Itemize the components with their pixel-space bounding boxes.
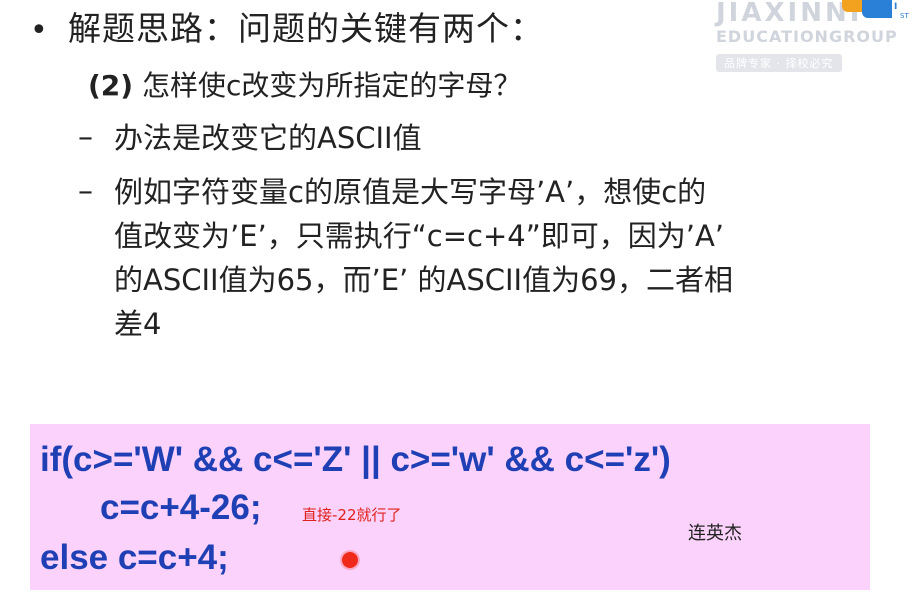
dash-bullet-icon: – bbox=[78, 120, 93, 155]
bullet-icon: • bbox=[30, 13, 48, 48]
watermark-tagline: 品牌专家 · 择校必究 bbox=[716, 54, 842, 72]
corner-logo-sub: ST bbox=[900, 12, 909, 20]
point-2-line: 差4 bbox=[114, 307, 162, 341]
code-block: if(c>='W' && c<='Z' || c>='w' && c<='z')… bbox=[30, 424, 870, 590]
slide: JIAXINNI EDUCATIONGROUP 品牌专家 · 择校必究 I ST… bbox=[0, 0, 913, 602]
watermark-line2: EDUCATIONGROUP bbox=[716, 27, 898, 46]
point-2-line: 值改变为’E’，只需执行“c=c+4”即可，因为’A’ bbox=[114, 219, 725, 253]
point-2: 例如字符变量c的原值是大写字母’A’，想使c的 值改变为’E’，只需执行“c=c… bbox=[114, 170, 733, 346]
author-name: 连英杰 bbox=[688, 523, 742, 544]
point-2-line: 的ASCII值为65，而’E’ 的ASCII值为69，二者相 bbox=[114, 263, 733, 297]
code-line-2: c=c+4-26; bbox=[100, 488, 262, 527]
corner-logo-text: I bbox=[894, 2, 898, 12]
point-2-line: 例如字符变量c的原值是大写字母’A’，想使c的 bbox=[114, 175, 707, 209]
code-line-1: if(c>='W' && c<='Z' || c>='w' && c<='z') bbox=[40, 440, 671, 479]
question: (2) 怎样使c改变为所指定的字母？ bbox=[88, 66, 521, 106]
corner-logo-accent-icon bbox=[842, 0, 864, 12]
dash-bullet-icon: – bbox=[78, 174, 93, 209]
code-line-3: else c=c+4; bbox=[40, 538, 229, 577]
pointer-cursor-icon bbox=[342, 552, 358, 568]
point-1: 办法是改变它的ASCII值 bbox=[114, 121, 422, 155]
question-text: 怎样使c改变为所指定的字母？ bbox=[141, 69, 522, 102]
slide-title: 解题思路：问题的关键有两个： bbox=[68, 9, 544, 48]
question-number: (2) bbox=[88, 69, 134, 102]
corner-logo-icon bbox=[862, 0, 892, 18]
red-annotation: 直接-22就行了 bbox=[302, 506, 402, 524]
